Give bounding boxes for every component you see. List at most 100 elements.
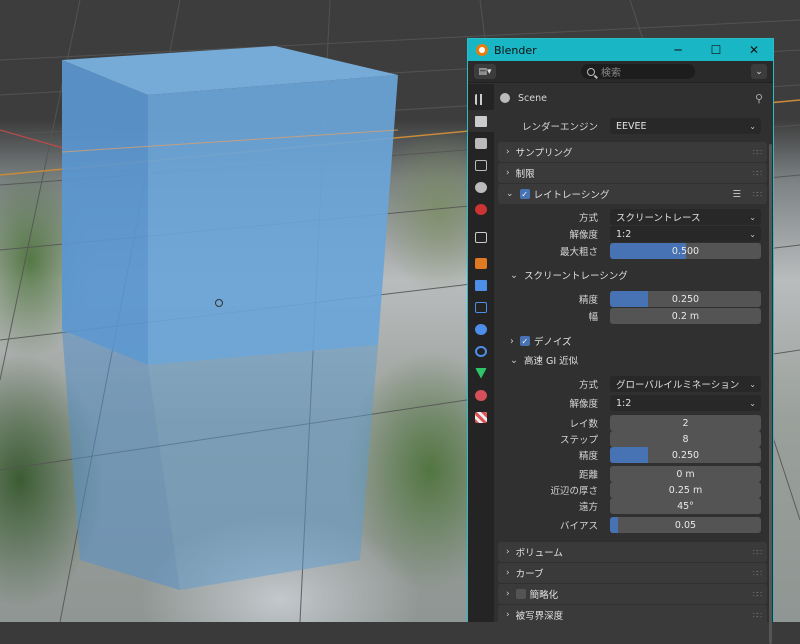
subpanel-fast-gi[interactable]: ⌄ 高速 GI 近似 bbox=[510, 351, 578, 369]
drag-grip-icon[interactable]: ∷∷ bbox=[753, 148, 762, 157]
chevron-down-icon: ⌄ bbox=[749, 379, 756, 389]
title-bar[interactable]: Blender ─ ☐ ✕ bbox=[468, 39, 773, 61]
subpanel-denoise-label: デノイズ bbox=[533, 337, 572, 348]
gi-step-field[interactable]: 8 bbox=[610, 431, 761, 447]
maximize-button[interactable]: ☐ bbox=[697, 43, 735, 57]
gi-resolution-dropdown[interactable]: 1:2 ⌄ bbox=[610, 395, 761, 411]
gi-bias-slider[interactable]: 0.05 bbox=[610, 517, 761, 533]
gi-ray-count-field[interactable]: 2 bbox=[610, 415, 761, 431]
chevron-right-icon: › bbox=[506, 589, 510, 599]
panel-limits[interactable]: › 制限 ∷∷ bbox=[498, 163, 767, 183]
panel-volumes-label: ボリューム bbox=[515, 548, 563, 559]
render-engine-dropdown[interactable]: EEVEE ⌄ bbox=[610, 118, 761, 134]
gi-method-dropdown[interactable]: グローバルイルミネーション ⌄ bbox=[610, 376, 761, 392]
chevron-right-icon: › bbox=[506, 547, 510, 557]
panel-curves-label: カーブ bbox=[515, 569, 544, 580]
drag-grip-icon[interactable]: ∷∷ bbox=[753, 611, 762, 620]
drag-grip-icon[interactable]: ∷∷ bbox=[753, 548, 762, 557]
world-icon[interactable] bbox=[468, 198, 494, 220]
gi-thickness-near-value: 0.25 m bbox=[668, 484, 703, 496]
panel-dof-label: 被写界深度 bbox=[515, 611, 564, 622]
chevron-down-icon: ⌄ bbox=[749, 229, 756, 239]
panel-volumes[interactable]: › ボリューム ∷∷ bbox=[498, 542, 767, 562]
gi-distance-label: 距離 bbox=[578, 470, 598, 481]
scene-name: Scene bbox=[518, 92, 547, 104]
gi-step-value: 8 bbox=[682, 433, 689, 445]
gi-thickness-near-field[interactable]: 0.25 m bbox=[610, 482, 761, 498]
rt-resolution-value: 1:2 bbox=[616, 228, 632, 240]
st-thickness-label: 幅 bbox=[588, 312, 598, 323]
rt-resolution-dropdown[interactable]: 1:2 ⌄ bbox=[610, 226, 761, 242]
rt-resolution-label: 解像度 bbox=[569, 230, 598, 241]
3d-cursor[interactable] bbox=[215, 299, 223, 307]
blender-properties-window[interactable]: Blender ─ ☐ ✕ ▤▾ 検索 ⌄ Scene ⚲ レンダーエンジン E… bbox=[467, 38, 774, 644]
gi-distance-field[interactable]: 0 m bbox=[610, 466, 761, 482]
drag-grip-icon[interactable]: ∷∷ bbox=[753, 190, 762, 199]
gi-thickness-far-field[interactable]: 45° bbox=[610, 498, 761, 514]
panel-simplify[interactable]: › 簡略化 ∷∷ bbox=[498, 584, 767, 604]
modifier-icon[interactable] bbox=[468, 274, 494, 296]
output-icon[interactable] bbox=[468, 132, 494, 154]
pin-icon[interactable]: ⚲ bbox=[755, 92, 763, 105]
gi-bias-value: 0.05 bbox=[674, 519, 697, 531]
chevron-down-icon: ⌄ bbox=[510, 354, 518, 366]
gi-distance-value: 0 m bbox=[676, 468, 695, 480]
gi-thickness-far-label: 遠方 bbox=[578, 502, 598, 513]
physics-icon[interactable] bbox=[468, 318, 494, 340]
material-icon[interactable] bbox=[468, 384, 494, 406]
st-thickness-value: 0.2 m bbox=[671, 310, 700, 322]
gi-step-label: ステップ bbox=[559, 435, 598, 446]
object-icon[interactable] bbox=[468, 252, 494, 274]
scene-icon[interactable] bbox=[468, 176, 494, 198]
gi-thickness-far-value: 45° bbox=[677, 500, 694, 512]
drag-grip-icon[interactable]: ∷∷ bbox=[753, 169, 762, 178]
search-icon bbox=[587, 67, 595, 76]
tool-icon[interactable] bbox=[468, 88, 494, 110]
st-precision-slider[interactable]: 0.250 bbox=[610, 291, 761, 307]
render-icon[interactable] bbox=[468, 110, 494, 132]
scene-data-icon bbox=[500, 93, 510, 103]
gi-resolution-value: 1:2 bbox=[616, 397, 632, 409]
drag-grip-icon[interactable]: ∷∷ bbox=[753, 569, 762, 578]
editor-type-button[interactable]: ▤▾ bbox=[474, 64, 496, 79]
rt-max-roughness-slider[interactable]: 0.500 bbox=[610, 243, 761, 259]
gi-resolution-label: 解像度 bbox=[569, 399, 598, 410]
presets-icon[interactable]: ☰ bbox=[732, 189, 741, 200]
render-properties: Scene ⚲ レンダーエンジン EEVEE ⌄ › サンプリング ∷∷ › 制限… bbox=[494, 84, 773, 644]
st-thickness-field[interactable]: 0.2 m bbox=[610, 308, 761, 324]
rt-method-dropdown[interactable]: スクリーントレース ⌄ bbox=[610, 209, 761, 225]
panel-curves[interactable]: › カーブ ∷∷ bbox=[498, 563, 767, 583]
chevron-right-icon: › bbox=[506, 568, 510, 578]
minimize-button[interactable]: ─ bbox=[659, 43, 697, 57]
search-input[interactable]: 検索 bbox=[581, 64, 695, 79]
collection-icon[interactable] bbox=[468, 226, 494, 248]
simplify-checkbox[interactable] bbox=[515, 589, 526, 599]
drag-grip-icon[interactable]: ∷∷ bbox=[753, 590, 762, 599]
denoise-checkbox[interactable]: ✓ bbox=[519, 336, 530, 346]
options-dropdown-button[interactable]: ⌄ bbox=[751, 64, 767, 79]
view-layer-icon[interactable] bbox=[468, 154, 494, 176]
subpanel-screen-tracing[interactable]: ⌄ スクリーントレーシング bbox=[510, 266, 628, 284]
close-button[interactable]: ✕ bbox=[735, 43, 773, 57]
raytracing-checkbox[interactable]: ✓ bbox=[519, 189, 530, 199]
panel-depth-of-field[interactable]: › 被写界深度 ∷∷ bbox=[498, 605, 767, 625]
render-engine-value: EEVEE bbox=[616, 120, 647, 132]
rt-method-value: スクリーントレース bbox=[616, 213, 701, 224]
subpanel-denoise[interactable]: › ✓ デノイズ bbox=[510, 332, 572, 350]
gi-precision-slider[interactable]: 0.250 bbox=[610, 447, 761, 463]
rt-max-roughness-label: 最大粗さ bbox=[559, 247, 598, 258]
gi-ray-count-value: 2 bbox=[682, 417, 689, 429]
panel-sampling[interactable]: › サンプリング ∷∷ bbox=[498, 142, 767, 162]
panel-raytracing[interactable]: ⌄ ✓ レイトレーシング ☰ ∷∷ bbox=[498, 184, 767, 204]
window-title: Blender bbox=[494, 43, 537, 57]
texture-icon[interactable] bbox=[468, 406, 494, 428]
particles-icon[interactable] bbox=[468, 296, 494, 318]
chevron-right-icon: › bbox=[506, 168, 510, 178]
scrollbar[interactable] bbox=[769, 144, 772, 644]
constraints-icon[interactable] bbox=[468, 340, 494, 362]
subpanel-fast-gi-label: 高速 GI 近似 bbox=[523, 356, 579, 367]
gi-thickness-near-label: 近辺の厚さ bbox=[550, 486, 598, 497]
data-icon[interactable] bbox=[468, 362, 494, 384]
context-path: Scene ⚲ bbox=[494, 84, 773, 112]
chevron-right-icon: › bbox=[506, 610, 510, 620]
